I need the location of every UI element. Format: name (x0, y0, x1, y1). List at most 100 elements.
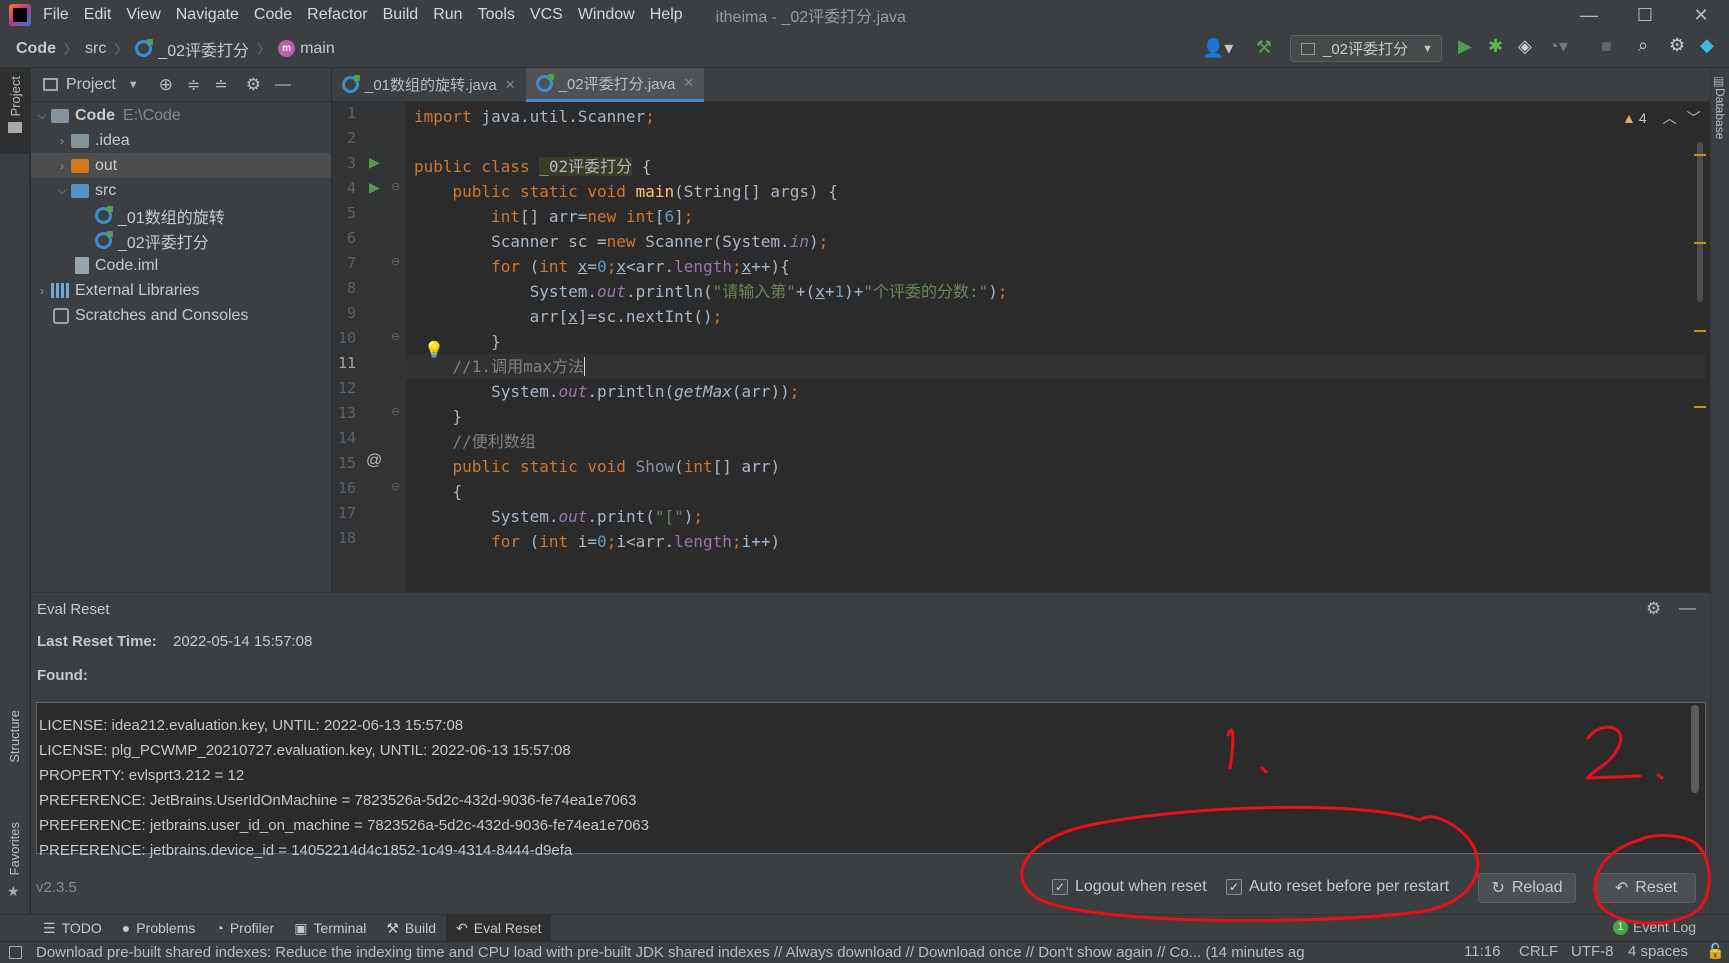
close-tab-icon[interactable]: ✕ (505, 77, 516, 93)
breadcrumb-class[interactable]: _02评委打分 (158, 37, 249, 61)
fold-icon[interactable]: ⊖ (391, 330, 400, 343)
editor-scrollbar[interactable] (1694, 102, 1706, 592)
implemented-method-icon[interactable]: @ (366, 452, 382, 470)
fold-icon[interactable]: ⊖ (391, 180, 400, 193)
tree-item-idea[interactable]: › .idea (31, 128, 331, 153)
profile-icon[interactable]: ◔▾ (1548, 36, 1568, 57)
tree-item-src[interactable]: ⌵ src (31, 178, 331, 203)
menu-view[interactable]: View (126, 6, 160, 24)
reset-button[interactable]: ↶ Reset (1596, 873, 1696, 903)
checkbox-checked-icon[interactable]: ✓ (1226, 879, 1242, 895)
file-encoding[interactable]: UTF-8 (1571, 943, 1614, 960)
indent-setting[interactable]: 4 spaces (1628, 943, 1688, 960)
run-icon[interactable]: ▶ (1458, 36, 1472, 57)
tree-item-code[interactable]: ⌵ Code E:\Code (31, 103, 331, 128)
scrollbar-thumb[interactable] (1691, 705, 1699, 793)
close-window-icon[interactable]: ✕ (1673, 0, 1729, 30)
tab-terminal[interactable]: ▣ Terminal (284, 915, 376, 942)
maximize-icon[interactable]: ☐ (1617, 0, 1673, 30)
tree-item-out[interactable]: › out (31, 153, 331, 178)
tab-01-array-rotation[interactable]: _01数组的旋转.java ✕ (332, 68, 526, 102)
reload-button[interactable]: ↻ Reload (1478, 873, 1576, 903)
line-separator[interactable]: CRLF (1519, 943, 1558, 960)
scrollbar-thumb[interactable] (1697, 142, 1703, 302)
menu-help[interactable]: Help (650, 6, 683, 24)
lightbulb-icon[interactable]: 💡 (424, 340, 444, 360)
tree-item-scratches[interactable]: Scratches and Consoles (31, 303, 331, 328)
menu-file[interactable]: File (43, 6, 69, 24)
user-icon[interactable]: 👤▾ (1202, 38, 1233, 59)
tree-item-code-iml[interactable]: Code.iml (31, 253, 331, 278)
tab-eval-reset[interactable]: ↶ Eval Reset (446, 914, 552, 942)
search-icon[interactable]: ⌕ (1638, 35, 1648, 56)
caret-position[interactable]: 11:16 (1464, 943, 1500, 960)
hide-panel-icon[interactable]: — (275, 76, 291, 94)
database-tool-button[interactable]: ▤ Database (1713, 74, 1727, 143)
warning-stripe[interactable] (1694, 154, 1706, 156)
run-class-icon[interactable]: ▶ (369, 154, 380, 171)
menu-edit[interactable]: Edit (84, 6, 112, 24)
menu-tools[interactable]: Tools (478, 6, 515, 24)
menu-build[interactable]: Build (383, 6, 419, 24)
checkbox-checked-icon[interactable]: ✓ (1052, 879, 1068, 895)
chevron-right-icon[interactable]: › (33, 284, 51, 298)
chevron-down-icon[interactable]: ⌵ (33, 108, 51, 123)
toggle-tool-windows-icon[interactable] (9, 946, 22, 959)
run-main-icon[interactable]: ▶ (369, 179, 380, 196)
fold-icon[interactable]: ⊖ (391, 480, 400, 493)
tab-todo[interactable]: ☰ TODO (33, 915, 112, 942)
tab-problems[interactable]: ● Problems (112, 915, 206, 942)
auto-reset-checkbox[interactable]: ✓ Auto reset before per restart (1226, 878, 1449, 896)
menu-vcs[interactable]: VCS (530, 6, 563, 24)
tree-item-external-libraries[interactable]: › External Libraries (31, 278, 331, 303)
settings-gear-icon[interactable]: ⚙ (1646, 599, 1661, 619)
minimize-icon[interactable]: — (1561, 0, 1617, 30)
menu-window[interactable]: Window (578, 6, 635, 24)
coverage-icon[interactable]: ◈ (1518, 36, 1532, 57)
run-configuration-selector[interactable]: _02评委打分 ▼ (1290, 35, 1442, 62)
menu-refactor[interactable]: Refactor (307, 6, 367, 24)
lock-icon[interactable]: 🔓 (1706, 942, 1725, 960)
chevron-up-icon[interactable]: ︿ (1663, 108, 1677, 128)
tab-build[interactable]: ⚒ Build (376, 915, 446, 942)
stop-icon[interactable]: ■ (1601, 36, 1612, 57)
code-editor[interactable]: import java.util.Scanner; public class _… (406, 102, 1706, 592)
warning-stripe[interactable] (1694, 242, 1706, 244)
settings-gear-icon[interactable]: ⚙ (1669, 35, 1685, 56)
chevron-down-icon[interactable]: ▼ (128, 79, 139, 91)
status-message[interactable]: Download pre-built shared indexes: Reduc… (36, 944, 1426, 961)
breadcrumb-code[interactable]: Code (16, 40, 56, 58)
warning-stripe[interactable] (1694, 406, 1706, 408)
menu-navigate[interactable]: Navigate (176, 6, 239, 24)
chevron-right-icon[interactable]: › (53, 134, 71, 148)
expand-all-icon[interactable]: ≑ (187, 75, 200, 95)
toolbox-icon[interactable]: ◆ (1700, 35, 1714, 56)
found-list[interactable]: LICENSE: idea212.evaluation.key, UNTIL: … (36, 702, 1706, 859)
tab-profiler[interactable]: ◔ Profiler (205, 915, 284, 942)
inspection-widget[interactable]: ▲ 4 ︿ ﹀ (1622, 108, 1701, 128)
breadcrumb-src[interactable]: src (85, 40, 106, 58)
tab-02-judge-score[interactable]: _02评委打分.java ✕ (525, 67, 705, 102)
logout-when-reset-checkbox[interactable]: ✓ Logout when reset (1052, 878, 1207, 896)
settings-gear-icon[interactable]: ⚙ (246, 75, 261, 95)
breadcrumb-method[interactable]: main (300, 40, 335, 58)
locate-icon[interactable]: ⊕ (159, 75, 173, 95)
chevron-down-icon[interactable]: ⌵ (53, 183, 71, 198)
menu-code[interactable]: Code (254, 6, 292, 24)
close-tab-icon[interactable]: ✕ (683, 75, 694, 91)
collapse-all-icon[interactable]: ≐ (214, 75, 227, 95)
favorites-tool-button[interactable]: Favorites ★ (7, 822, 22, 900)
menu-run[interactable]: Run (433, 6, 462, 24)
chevron-right-icon[interactable]: › (53, 159, 71, 173)
debug-bug-icon[interactable]: ✱ (1488, 36, 1503, 57)
build-hammer-icon[interactable]: ⚒ (1256, 37, 1272, 58)
project-view-title[interactable]: Project (66, 76, 116, 94)
tree-item-class-02[interactable]: _02评委打分 (31, 228, 331, 253)
tree-item-class-01[interactable]: _01数组的旋转 (31, 203, 331, 228)
structure-tool-button[interactable]: Structure (7, 710, 22, 767)
fold-icon[interactable]: ⊖ (391, 255, 400, 268)
editor-gutter[interactable]: 1 2 3 4 5 6 7 8 9 10 11 12 13 14 15 16 1… (332, 102, 406, 592)
warning-stripe[interactable] (1694, 330, 1706, 332)
project-tool-button[interactable]: Project (0, 68, 30, 154)
hide-panel-icon[interactable]: — (1679, 598, 1696, 618)
